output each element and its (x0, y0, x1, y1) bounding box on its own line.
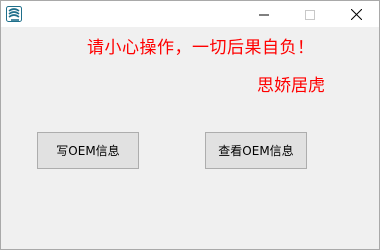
view-oem-button[interactable]: 查看OEM信息 (205, 132, 307, 169)
close-button[interactable] (333, 1, 379, 27)
warning-label: 请小心操作，一切后果自负！ (87, 38, 315, 58)
minimize-button[interactable] (241, 1, 287, 27)
maximize-icon (305, 5, 315, 24)
author-label: 思娇居虎 (257, 76, 325, 96)
maximize-button[interactable] (287, 1, 333, 27)
app-icon (6, 6, 22, 22)
title-bar[interactable] (1, 1, 379, 27)
write-oem-button[interactable]: 写OEM信息 (37, 132, 139, 169)
app-window: 请小心操作，一切后果自负！ 思娇居虎 写OEM信息 查看OEM信息 (0, 0, 380, 250)
close-icon (350, 5, 362, 24)
minimize-icon (259, 5, 269, 24)
